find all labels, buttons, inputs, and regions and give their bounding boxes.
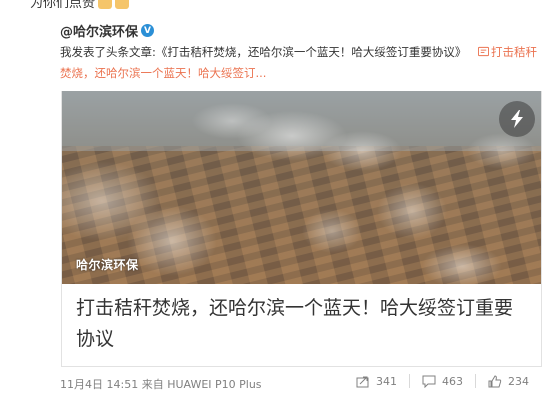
thumbs-up-icon bbox=[488, 374, 502, 387]
article-headline[interactable]: 打击秸秆焚烧，还哈尔滨一个蓝天！哈大绥签订重要协议 bbox=[76, 293, 526, 355]
like-button[interactable]: 234 bbox=[476, 375, 541, 388]
like-count: 234 bbox=[508, 374, 529, 388]
emoji-icon bbox=[115, 0, 130, 9]
article-cover-image[interactable]: 哈尔滨环保 bbox=[62, 91, 541, 284]
link-icon bbox=[478, 46, 490, 57]
forward-button[interactable]: 341 bbox=[344, 375, 409, 388]
source-prefix: 来自 bbox=[141, 378, 164, 391]
previous-post-text: 为你们点赞 bbox=[30, 0, 130, 11]
cover-caption: 哈尔滨环保 bbox=[76, 258, 139, 272]
post-prefix: 我发表了头条文章: bbox=[60, 45, 156, 59]
verified-badge-icon: V bbox=[141, 24, 155, 37]
action-bar: 341 463 234 bbox=[344, 374, 541, 388]
forward-icon bbox=[356, 376, 369, 387]
author-name[interactable]: @哈尔滨环保 bbox=[60, 21, 138, 40]
emoji-icon bbox=[98, 0, 113, 9]
post-date[interactable]: 11月4日 14:51 bbox=[60, 378, 138, 391]
post-meta: 11月4日 14:51 来自 HUAWEI P10 Plus bbox=[60, 376, 262, 392]
comment-icon bbox=[422, 375, 436, 388]
comment-button[interactable]: 463 bbox=[410, 375, 475, 388]
lightning-icon bbox=[511, 110, 523, 128]
source-device[interactable]: HUAWEI P10 Plus bbox=[167, 378, 261, 391]
post-text: 我发表了头条文章:《打击秸秆焚烧，还哈尔滨一个蓝天！哈大绥签订重要协议》 打击秸… bbox=[60, 42, 540, 84]
comment-count: 463 bbox=[442, 374, 463, 388]
forward-count: 341 bbox=[376, 374, 397, 388]
article-title-quoted: 《打击秸秆焚烧，还哈尔滨一个蓝天！哈大绥签订重要协议》 bbox=[155, 45, 467, 59]
flash-button[interactable] bbox=[499, 101, 535, 137]
article-card[interactable]: 哈尔滨环保 打击秸秆焚烧，还哈尔滨一个蓝天！哈大绥签订重要协议 bbox=[61, 91, 542, 367]
author-header: @哈尔滨环保 V bbox=[60, 21, 155, 40]
